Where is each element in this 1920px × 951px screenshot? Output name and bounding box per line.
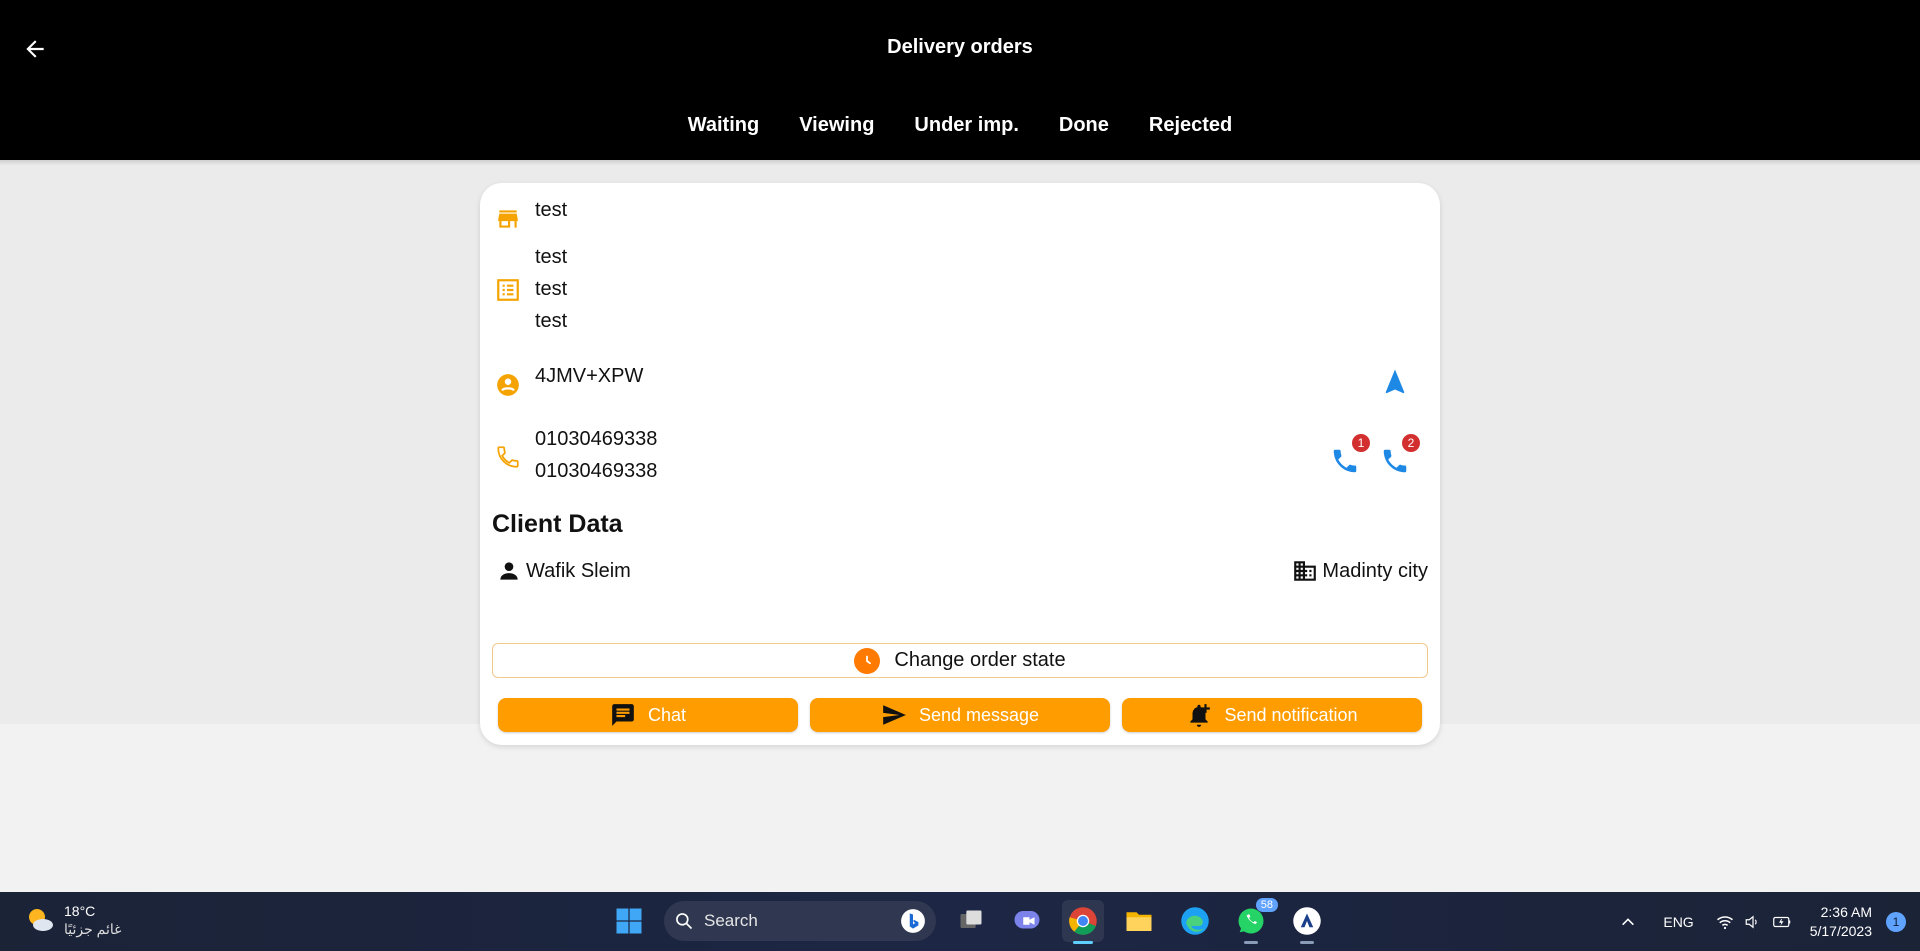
edge-button[interactable] [1174,900,1216,942]
list-icon [494,276,522,304]
send-message-label: Send message [918,704,1040,725]
send-message-button[interactable]: Send message [810,698,1110,732]
file-explorer-button[interactable] [1118,900,1160,942]
search-icon [676,913,693,930]
list-item: test [535,278,568,300]
order-status-tabs: Waiting Viewing Under imp. Done Rejected [0,108,1920,163]
weather-description: غائم جزئيًا [64,921,122,937]
client-city-text: Madinty city [1322,559,1428,582]
taskbar-pinned-apps: Search 58 [608,898,1328,944]
phone-icon [494,443,522,471]
client-data-heading: Client Data [492,510,623,538]
windows-start-button[interactable] [608,900,650,942]
chevron-up-icon [1622,917,1635,925]
notification-count[interactable]: 1 [1886,911,1906,932]
tab-done[interactable]: Done [1039,108,1129,161]
tab-waiting[interactable]: Waiting [667,108,780,163]
navigation-arrow-icon [1385,369,1405,394]
clock-date: 5/17/2023 [1809,922,1872,939]
bing-icon [901,909,925,933]
app-bar: Delivery orders Waiting Viewing Under im… [0,0,1920,163]
phones-row: 01030469338 01030469338 1 2 [480,423,1440,487]
send-notification-label: Send notification [1224,704,1358,725]
notification-add-icon [1190,704,1211,727]
page-title: Delivery orders [887,36,1033,58]
windows-start-icon [616,908,642,934]
navigate-button[interactable] [1380,367,1410,397]
show-hidden-icons-button[interactable] [1613,914,1643,930]
list-item: test [535,246,568,268]
chat-icon [612,704,634,726]
running-app-indicator [1244,941,1258,944]
clock[interactable]: 2:36 AM 5/17/2023 [1810,903,1872,941]
language-indicator[interactable]: ENG [1663,914,1693,930]
volume-icon [1745,915,1757,928]
taskbar-search[interactable]: Search [664,901,936,941]
battery-charging-icon [1772,916,1790,927]
pinned-app-button[interactable] [1286,900,1328,944]
system-tray: ENG 2:36 AM 5/17/2023 1 [1613,892,1920,951]
whatsapp-badge: 58 [1255,898,1278,912]
city-icon [1294,561,1317,581]
store-row: test [480,195,1440,228]
change-order-state-label: Change order state [894,649,1066,671]
store-icon [494,205,522,233]
send-notification-button[interactable]: Send notification [1122,698,1422,732]
wifi-icon [1716,915,1733,929]
clock-time: 2:36 AM [1820,903,1872,920]
tab-rejected[interactable]: Rejected [1129,108,1252,161]
running-app-indicator [1300,941,1314,944]
location-row: 4JMV+XPW [480,361,1440,405]
app-icon [1293,907,1321,935]
clock-icon [854,647,881,674]
chrome-button[interactable] [1062,900,1104,944]
call-phone-2-button[interactable]: 2 [1380,434,1420,478]
send-icon [883,705,906,725]
content-bottom-area [0,724,1920,892]
client-name: Wafik Sleim [496,558,631,584]
tab-under-imp[interactable]: Under imp. [894,108,1038,161]
weather-widget[interactable]: 18°C غائم جزئيًا [24,902,121,938]
quick-settings-button[interactable] [1716,913,1792,931]
weather-temperature: 18°C [64,903,96,919]
tab-viewing[interactable]: Viewing [779,108,894,161]
call-badge: 2 [1402,434,1420,452]
teams-button[interactable] [1006,900,1048,942]
items-row: test test test [480,241,1440,341]
teams-icon [1014,911,1040,929]
search-placeholder: Search [704,911,758,930]
header-shadow [0,160,1920,165]
partly-cloudy-icon [29,909,53,931]
order-card: test test test test 4JMV+XPW 01030469338… [480,183,1440,745]
chrome-icon [1069,907,1097,935]
location-code: 4JMV+XPW [535,365,644,387]
client-city: Madinty city [1292,558,1428,584]
file-explorer-icon [1126,912,1152,931]
person-pin-icon [494,371,522,399]
list-item: test [535,310,568,332]
chat-button[interactable]: Chat [498,698,798,732]
windows-taskbar: 18°C غائم جزئيًا Search 58 ENG 2:36 AM 5… [0,892,1920,951]
task-view-button[interactable] [950,900,992,942]
store-name: test [535,199,568,221]
chat-label: Chat [647,704,687,725]
whatsapp-button[interactable]: 58 [1230,898,1278,944]
call-badge: 1 [1352,434,1370,452]
phone-number: 01030469338 [535,428,658,450]
active-app-indicator [1073,941,1093,944]
items-list: test test test [535,241,567,337]
phone-numbers: 01030469338 01030469338 [535,423,657,487]
person-icon [500,562,518,580]
client-name-text: Wafik Sleim [526,559,631,582]
task-view-icon [960,910,982,928]
edge-icon [1181,907,1209,935]
call-phone-1-button[interactable]: 1 [1330,434,1370,478]
phone-number: 01030469338 [535,460,658,482]
order-actions: Chat Send message Send notification [498,698,1422,734]
change-order-state-button[interactable]: Change order state [492,643,1428,678]
